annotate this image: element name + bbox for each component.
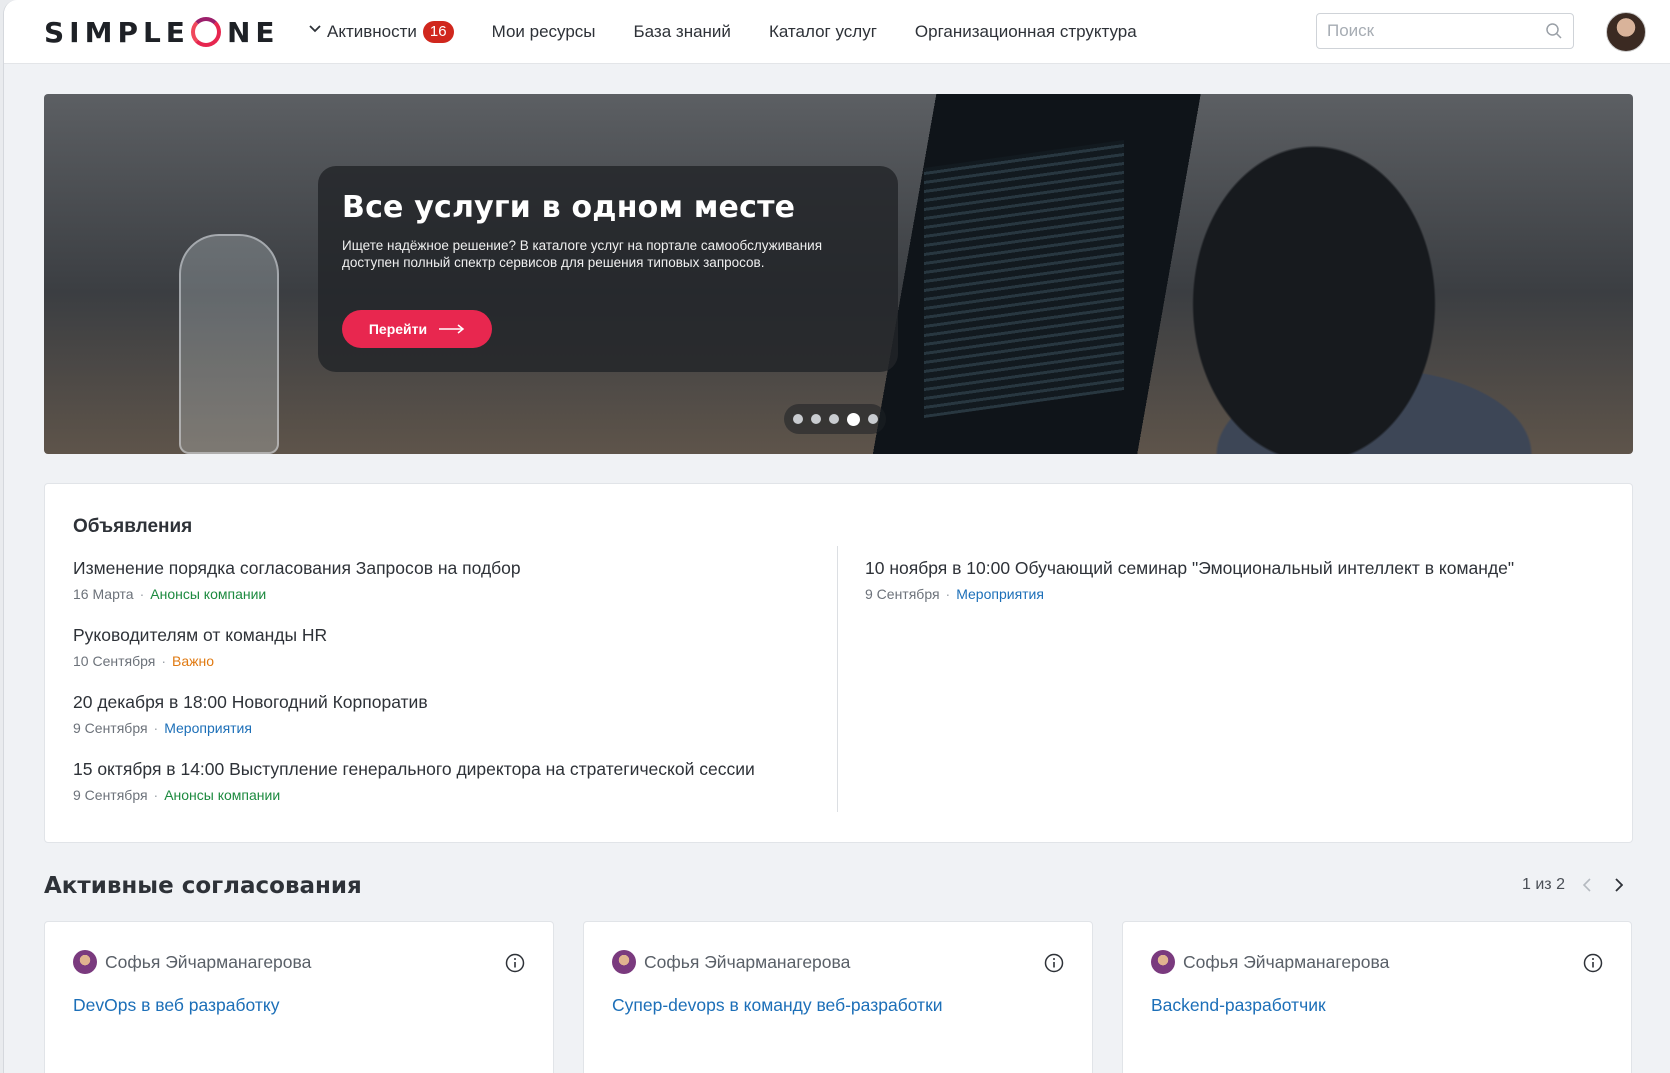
user-avatar[interactable] xyxy=(1606,12,1646,52)
card-user-name: Софья Эйчарманагерова xyxy=(105,951,312,972)
announcement-item: Руководителям от команды HR 10 Сентября ·… xyxy=(73,625,813,692)
simpleone-logo[interactable]: SIMPLE NE xyxy=(44,12,280,52)
top-header: SIMPLE NE Активности 16 Мои ресурсы База … xyxy=(4,0,1670,64)
announcements-left-column: Изменение порядка согласования Запросов … xyxy=(73,558,813,826)
meta-separator: · xyxy=(153,787,159,803)
search-box xyxy=(1316,13,1574,49)
logo-text-end: NE xyxy=(226,15,280,49)
app-frame: SIMPLE NE Активности 16 Мои ресурсы База … xyxy=(3,0,1670,1073)
user-mini-avatar xyxy=(73,950,97,974)
logo-text-start: SIMPLE xyxy=(44,15,190,49)
announcement-category[interactable]: Анонсы компании xyxy=(150,586,266,602)
hero-go-button[interactable]: Перейти xyxy=(342,310,492,348)
chevron-left-icon[interactable] xyxy=(1577,875,1597,895)
approval-link[interactable]: Backend-разработчик xyxy=(1151,995,1326,1016)
info-icon[interactable] xyxy=(1583,953,1603,973)
approval-link[interactable]: Супер-devops в команду веб-разработки xyxy=(612,995,943,1016)
approval-card: Софья Эйчарманагерова Супер-devops в ком… xyxy=(583,921,1093,1073)
meta-separator: · xyxy=(161,653,166,669)
user-mini-avatar xyxy=(1151,950,1175,974)
user-mini-avatar xyxy=(612,950,636,974)
nav-knowledge-base[interactable]: База знаний xyxy=(634,22,731,42)
announcement-item: 20 декабря в 18:00 Новогодний Корпоратив… xyxy=(73,692,813,759)
announcement-item: 10 ноября в 10:00 Обучающий семинар "Эмо… xyxy=(865,558,1605,625)
carousel-dot[interactable] xyxy=(810,414,821,424)
announcement-meta: 9 Сентября · Мероприятия xyxy=(73,720,813,736)
announcements-title: Объявления xyxy=(73,516,193,537)
announcements-right-column: 10 ноября в 10:00 Обучающий семинар "Эмо… xyxy=(865,558,1605,625)
nav-my-resources[interactable]: Мои ресурсы xyxy=(492,22,596,42)
approval-link[interactable]: DevOps в веб разработку xyxy=(73,995,280,1016)
announcements-panel: Объявления Изменение порядка согласовани… xyxy=(44,483,1633,843)
card-user-name: Софья Эйчарманагерова xyxy=(644,951,851,972)
announcement-title[interactable]: 20 декабря в 18:00 Новогодний Корпоратив xyxy=(73,692,813,713)
carousel-dots xyxy=(784,404,886,434)
column-divider xyxy=(837,546,838,812)
hero-banner: Все услуги в одном месте Ищете надёжное … xyxy=(44,94,1633,454)
announcement-date: 9 Сентября xyxy=(865,586,940,602)
logo-o-icon xyxy=(190,17,221,47)
carousel-dot[interactable] xyxy=(828,414,839,424)
nav-service-catalog[interactable]: Каталог услуг xyxy=(769,22,877,42)
hero-laptop-screen-image xyxy=(924,139,1124,419)
carousel-dot[interactable] xyxy=(867,414,878,424)
card-user: Софья Эйчарманагерова xyxy=(1151,950,1389,974)
carousel-dot[interactable] xyxy=(792,414,803,424)
main-nav: Активности 16 Мои ресурсы База знаний Ка… xyxy=(309,0,1175,64)
announcement-meta: 9 Сентября · Анонсы компании xyxy=(73,787,813,803)
activities-count-badge: 16 xyxy=(422,21,454,43)
announcement-category[interactable]: Важно xyxy=(172,653,214,669)
announcement-date: 9 Сентября xyxy=(73,720,148,736)
announcement-item: Изменение порядка согласования Запросов … xyxy=(73,558,813,625)
approval-card: Софья Эйчарманагерова Backend-разработчи… xyxy=(1122,921,1632,1073)
announcement-title[interactable]: 10 ноября в 10:00 Обучающий семинар "Эмо… xyxy=(865,558,1605,579)
hero-title: Все услуги в одном месте xyxy=(342,190,796,225)
hero-text: Ищете надёжное решение? В каталоге услуг… xyxy=(342,238,823,270)
nav-org-structure[interactable]: Организационная структура xyxy=(915,22,1137,42)
chevron-right-icon[interactable] xyxy=(1609,875,1629,895)
pager-status: 1 из 2 xyxy=(1522,876,1565,893)
nav-activities[interactable]: Активности 16 xyxy=(309,21,454,43)
meta-separator: · xyxy=(153,720,159,736)
announcement-category[interactable]: Анонсы компании xyxy=(164,787,280,803)
announcement-item: 15 октября в 14:00 Выступление генеральн… xyxy=(73,759,813,826)
info-icon[interactable] xyxy=(505,953,525,973)
search-input[interactable] xyxy=(1317,14,1527,48)
arrow-right-icon xyxy=(439,324,465,334)
announcement-meta: 10 Сентября · Важно xyxy=(73,653,813,669)
nav-activities-label: Активности xyxy=(327,22,417,41)
announcement-title[interactable]: Руководителям от команды HR xyxy=(73,625,813,646)
announcement-meta: 9 Сентября · Мероприятия xyxy=(865,586,1605,602)
announcement-date: 9 Сентября xyxy=(73,787,148,803)
approval-card: Софья Эйчарманагерова DevOps в веб разра… xyxy=(44,921,554,1073)
hero-glass-image xyxy=(179,234,279,454)
announcement-date: 16 Марта xyxy=(73,586,134,602)
announcement-category[interactable]: Мероприятия xyxy=(164,720,252,736)
approvals-title: Активные согласования xyxy=(44,873,362,899)
announcement-title[interactable]: Изменение порядка согласования Запросов … xyxy=(73,558,813,579)
hero-go-button-label: Перейти xyxy=(368,321,428,337)
announcement-category[interactable]: Мероприятия xyxy=(956,586,1044,602)
card-user: Софья Эйчарманагерова xyxy=(612,950,850,974)
announcement-date: 10 Сентября xyxy=(73,653,156,669)
chevron-down-icon xyxy=(309,25,321,35)
search-icon[interactable] xyxy=(1545,22,1563,40)
carousel-dot-active[interactable] xyxy=(846,412,860,426)
meta-separator: · xyxy=(139,586,145,602)
card-user: Софья Эйчарманагерова xyxy=(73,950,311,974)
approvals-pager: 1 из 2 xyxy=(1522,875,1629,895)
announcement-title[interactable]: 15 октября в 14:00 Выступление генеральн… xyxy=(73,759,813,780)
info-icon[interactable] xyxy=(1044,953,1064,973)
meta-separator: · xyxy=(945,586,951,602)
hero-card: Все услуги в одном месте Ищете надёжное … xyxy=(318,166,898,372)
announcement-meta: 16 Марта · Анонсы компании xyxy=(73,586,813,602)
card-user-name: Софья Эйчарманагерова xyxy=(1183,951,1390,972)
